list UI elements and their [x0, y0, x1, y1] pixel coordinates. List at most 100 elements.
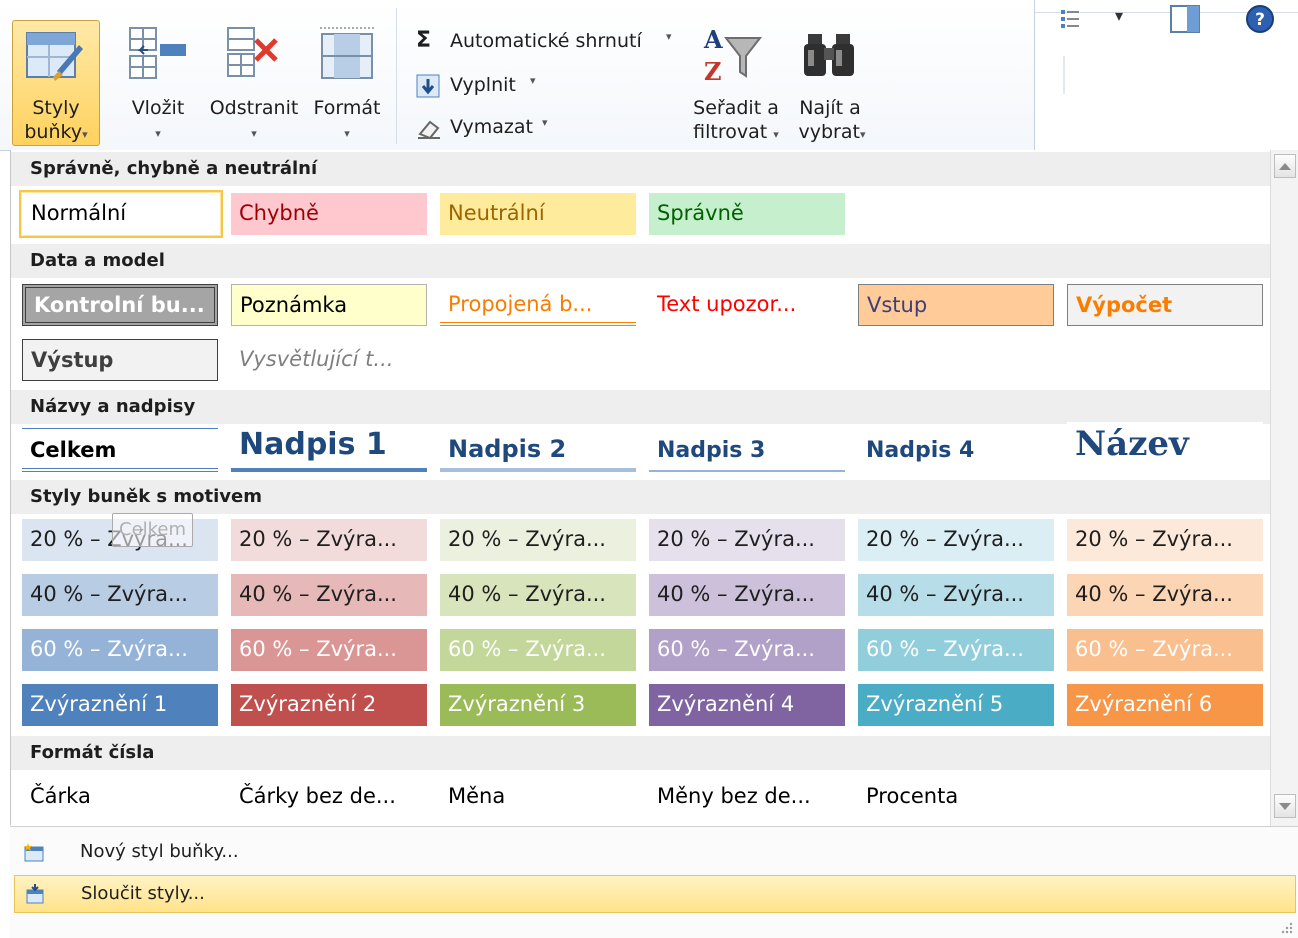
- svg-text:Z: Z: [704, 57, 722, 84]
- sort-filter-icon: A Z: [703, 25, 763, 84]
- style-60-accent1[interactable]: 60 % – Zvýra...: [22, 629, 218, 671]
- style-output[interactable]: Výstup: [22, 339, 218, 381]
- scroll-down-arrow-icon: [1279, 803, 1291, 810]
- new-cell-style-label: Nový styl buňky...: [80, 841, 239, 862]
- delete-cells-icon: [227, 27, 278, 77]
- style-accent1[interactable]: Zvýraznění 1: [22, 684, 218, 726]
- resize-grip-icon[interactable]: [1278, 919, 1294, 935]
- style-20-accent3[interactable]: 20 % – Zvýra...: [440, 519, 636, 561]
- style-60-accent5[interactable]: 60 % – Zvýra...: [858, 629, 1054, 671]
- autosum-label: Automatické shrnutí: [450, 30, 642, 52]
- style-percent[interactable]: Procenta: [858, 776, 1054, 818]
- new-style-icon: [24, 843, 44, 862]
- help-icon[interactable]: ?: [1245, 4, 1275, 34]
- window-layout-icon[interactable]: [1169, 4, 1203, 34]
- cell-styles-menu: Nový styl buňky... Sloučit styly...: [10, 826, 1298, 938]
- scroll-up-arrow-icon: [1279, 163, 1291, 170]
- style-20-accent6[interactable]: 20 % – Zvýra...: [1067, 519, 1263, 561]
- style-calculation[interactable]: Výpočet: [1067, 284, 1263, 326]
- merge-styles-icon: [26, 884, 44, 904]
- autosum-button[interactable]: Σ Automatické shrnutí ▾: [414, 28, 684, 56]
- style-heading-3[interactable]: Nadpis 3: [649, 430, 845, 472]
- fill-button[interactable]: Vyplnit ▾: [414, 72, 554, 100]
- delete-label: Odstranit: [209, 97, 299, 119]
- view-options-icon[interactable]: [1059, 8, 1081, 34]
- cell-styles-label-1: Styly: [32, 97, 80, 119]
- style-accent4[interactable]: Zvýraznění 4: [649, 684, 845, 726]
- style-neutral[interactable]: Neutrální: [440, 193, 636, 235]
- style-input[interactable]: Vstup: [858, 284, 1054, 326]
- find-select-label-1: Najít a: [799, 97, 861, 119]
- scroll-down-button[interactable]: [1274, 794, 1296, 818]
- sort-filter-button[interactable]: A Z Seřadit a filtrovat ▾: [684, 20, 788, 146]
- style-normal[interactable]: Normální: [19, 190, 223, 238]
- view-options-dropdown-arrow[interactable]: ▾: [1115, 6, 1123, 25]
- merge-styles-item[interactable]: Sloučit styly...: [14, 875, 1296, 913]
- style-60-accent4[interactable]: 60 % – Zvýra...: [649, 629, 845, 671]
- style-heading-4[interactable]: Nadpis 4: [858, 430, 1054, 472]
- style-accent2[interactable]: Zvýraznění 2: [231, 684, 427, 726]
- style-40-accent1[interactable]: 40 % – Zvýra...: [22, 574, 218, 616]
- delete-dropdown-arrow: ▾: [251, 127, 257, 140]
- style-40-accent5[interactable]: 40 % – Zvýra...: [858, 574, 1054, 616]
- style-40-accent2[interactable]: 40 % – Zvýra...: [231, 574, 427, 616]
- style-linked-cell[interactable]: Propojená b...: [440, 284, 636, 326]
- style-40-accent4[interactable]: 40 % – Zvýra...: [649, 574, 845, 616]
- style-warning-text[interactable]: Text upozor...: [649, 284, 845, 326]
- clear-label: Vymazat: [450, 116, 533, 138]
- style-20-accent5[interactable]: 20 % – Zvýra...: [858, 519, 1054, 561]
- format-button[interactable]: Formát ▾: [306, 20, 388, 146]
- section-data-model: Data a model: [11, 244, 1271, 278]
- cell-styles-gallery: Správně, chybně a neutrální Normální Chy…: [10, 150, 1271, 825]
- fill-down-icon: [416, 74, 440, 98]
- delete-button[interactable]: Odstranit ▾: [204, 20, 304, 146]
- format-dropdown-arrow: ▾: [344, 127, 350, 140]
- style-accent5[interactable]: Zvýraznění 5: [858, 684, 1054, 726]
- section-number-format: Formát čísla: [11, 736, 1271, 770]
- section-themed-cell-styles: Styly buněk s motivem: [11, 480, 1271, 514]
- binoculars-icon: [804, 34, 854, 76]
- gallery-scrollbar[interactable]: [1270, 150, 1298, 826]
- style-currency-0[interactable]: Měny bez de...: [649, 776, 845, 818]
- format-label: Formát: [313, 97, 381, 119]
- cell-styles-icon: [26, 32, 83, 81]
- svg-text:?: ?: [1255, 10, 1265, 30]
- style-heading-1[interactable]: Nadpis 1: [231, 424, 427, 472]
- style-20-accent2[interactable]: 20 % – Zvýra...: [231, 519, 427, 561]
- cell-styles-button[interactable]: Styly buňky▾: [12, 20, 100, 146]
- style-title[interactable]: Název: [1067, 422, 1263, 470]
- style-currency[interactable]: Měna: [440, 776, 636, 818]
- sigma-icon: Σ: [416, 28, 432, 53]
- style-20-accent4[interactable]: 20 % – Zvýra...: [649, 519, 845, 561]
- autosum-dropdown-arrow: ▾: [666, 30, 672, 43]
- cell-style-tooltip: Celkem: [112, 513, 194, 547]
- style-60-accent2[interactable]: 60 % – Zvýra...: [231, 629, 427, 671]
- style-note[interactable]: Poznámka: [231, 284, 427, 326]
- merge-styles-label: Sloučit styly...: [81, 883, 205, 904]
- style-good[interactable]: Správně: [649, 193, 845, 235]
- clear-button[interactable]: Vymazat ▾: [414, 114, 564, 142]
- style-40-accent3[interactable]: 40 % – Zvýra...: [440, 574, 636, 616]
- insert-button[interactable]: Vložit ▾: [118, 20, 198, 146]
- style-accent3[interactable]: Zvýraznění 3: [440, 684, 636, 726]
- new-cell-style-item[interactable]: Nový styl buňky...: [14, 833, 1296, 871]
- style-check-cell[interactable]: Kontrolní bu...: [22, 284, 218, 326]
- style-bad[interactable]: Chybně: [231, 193, 427, 235]
- scroll-up-button[interactable]: [1274, 154, 1296, 178]
- section-titles-headings: Názvy a nadpisy: [11, 390, 1271, 424]
- style-comma[interactable]: Čárka: [22, 776, 218, 818]
- style-60-accent6[interactable]: 60 % – Zvýra...: [1067, 629, 1263, 671]
- fill-label: Vyplnit: [450, 74, 516, 96]
- style-total[interactable]: Celkem: [22, 428, 218, 472]
- find-select-button[interactable]: Najít a vybrat▾: [790, 20, 870, 146]
- style-heading-2[interactable]: Nadpis 2: [440, 428, 636, 472]
- find-select-label-2: vybrat▾: [798, 121, 866, 143]
- cell-styles-label-2: buňky▾: [24, 121, 88, 143]
- ribbon: Styly buňky▾ Vložit ▾ Odstranit ▾ Formát…: [0, 0, 1298, 151]
- style-explanatory-text[interactable]: Vysvětlující t...: [231, 339, 427, 381]
- style-40-accent6[interactable]: 40 % – Zvýra...: [1067, 574, 1263, 616]
- style-60-accent3[interactable]: 60 % – Zvýra...: [440, 629, 636, 671]
- style-accent6[interactable]: Zvýraznění 6: [1067, 684, 1263, 726]
- insert-label: Vložit: [131, 97, 185, 119]
- style-comma-0[interactable]: Čárky bez de...: [231, 776, 427, 818]
